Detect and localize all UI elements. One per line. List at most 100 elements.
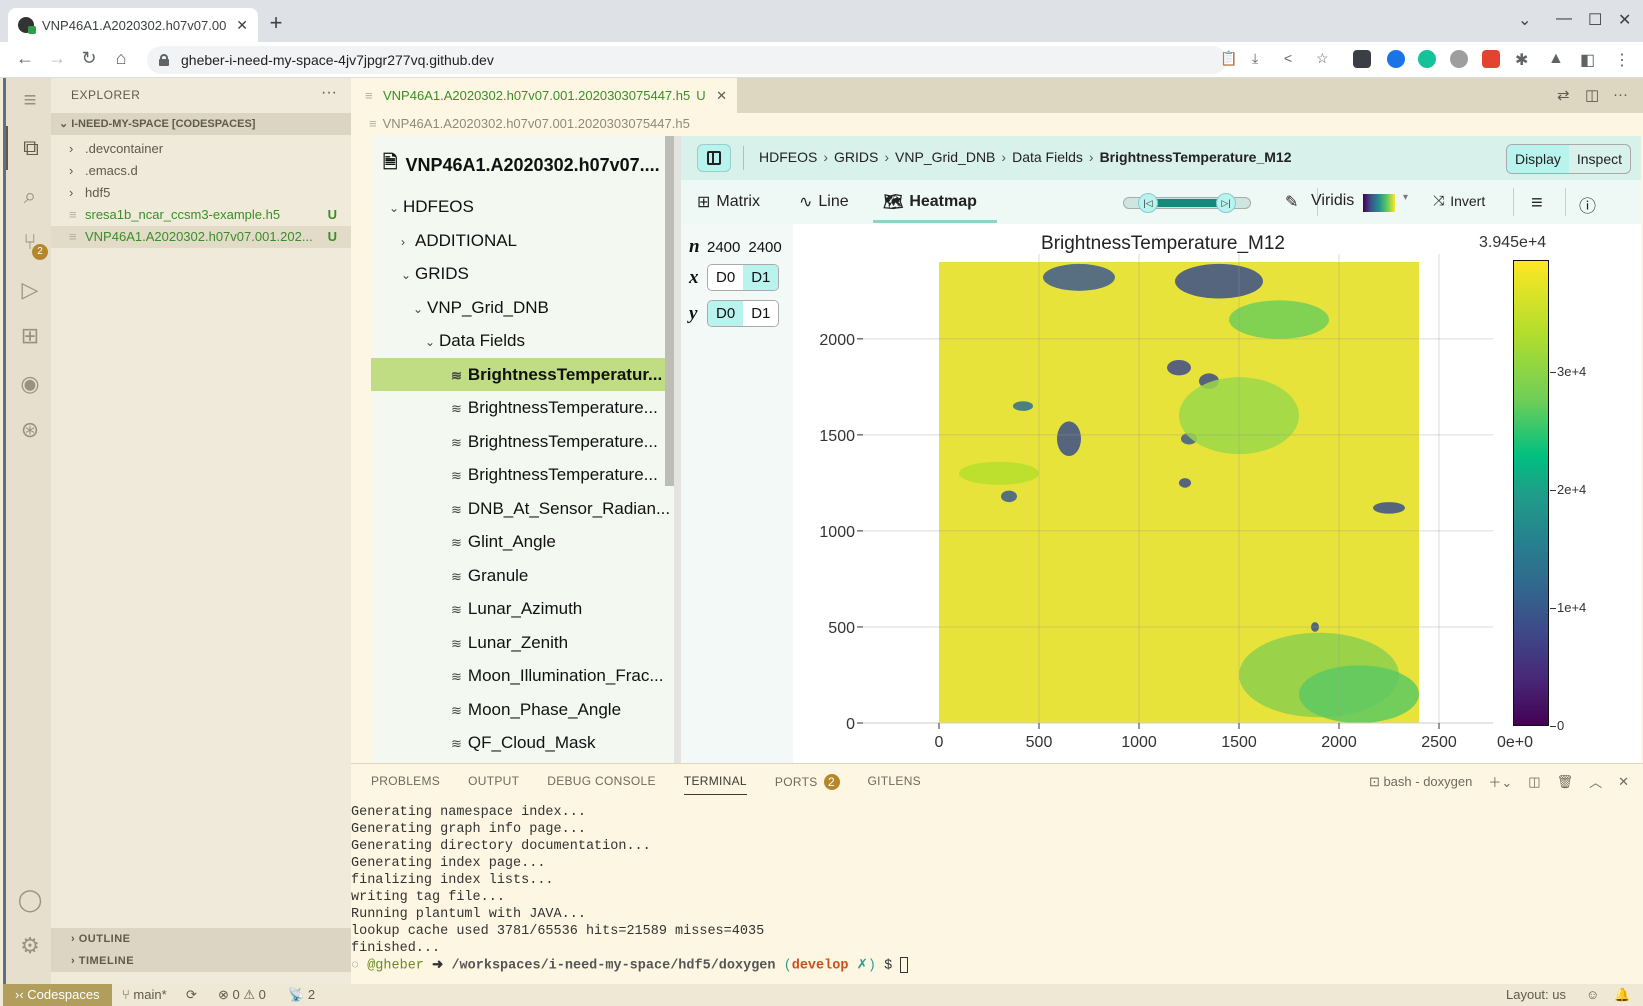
tree-dataset[interactable]: ≋ BrightnessTemperatur... <box>371 357 674 391</box>
folder-emacs[interactable]: › .emacs.d <box>51 160 351 182</box>
tab-debug-console[interactable]: DEBUG CONSOLE <box>547 774 656 795</box>
extensions-icon[interactable]: ⊞ <box>6 314 54 358</box>
tree-dataset[interactable]: ≋ BrightnessTemperature... <box>371 391 674 424</box>
path-segment[interactable]: HDFEOS <box>759 149 817 165</box>
tree-dataset[interactable]: ≋ Lunar_Zenith <box>371 626 674 659</box>
bookmark-star-icon[interactable]: ☆ <box>1316 50 1329 67</box>
help-icon[interactable]: ⓘ <box>1579 192 1596 217</box>
tree-dataset[interactable]: ≋ Lunar_Azimuth <box>371 592 674 625</box>
share-icon[interactable]: < <box>1284 50 1292 66</box>
tree-dataset[interactable]: ≋ Granule <box>371 559 674 592</box>
close-tab-icon[interactable]: ✕ <box>716 78 727 113</box>
circle-c-icon[interactable] <box>1387 50 1405 68</box>
ports-indicator[interactable]: 📡 2 <box>288 984 315 1006</box>
open-changes-icon[interactable]: ⇄ <box>1557 86 1570 104</box>
tab-ports[interactable]: PORTS 2 <box>775 774 840 795</box>
pull-requests-icon[interactable]: ⊛ <box>6 408 54 452</box>
tab-matrix[interactable]: ⊞ Matrix <box>697 192 760 212</box>
tree-dataset[interactable]: ≋ BrightnessTemperature... <box>371 458 674 491</box>
tree-group[interactable]: ⌄ GRIDS <box>371 257 674 290</box>
explorer-icon[interactable]: ⧉ <box>6 126 54 170</box>
remote-indicator[interactable]: ›‹ Codespaces <box>3 984 112 1006</box>
workspace-header[interactable]: ⌄ I-NEED-MY-SPACE [CODESPACES] <box>51 113 351 135</box>
tree-dataset[interactable]: ≋ BrightnessTemperature... <box>371 425 674 458</box>
tree-dataset[interactable]: ≋ Glint_Angle <box>371 525 674 558</box>
file-sresa1b[interactable]: ≡ sresa1b_ncar_ccsm3-example.h5 U <box>51 204 351 226</box>
tab-gitlens[interactable]: GITLENS <box>868 774 921 795</box>
tree-scrollbar[interactable] <box>665 136 674 486</box>
side-panel-icon[interactable]: ◧ <box>1580 50 1595 70</box>
x-d0-button[interactable]: D0 <box>708 265 744 290</box>
grammarly-icon[interactable] <box>1418 50 1436 68</box>
power-icon[interactable] <box>1450 50 1468 68</box>
display-button[interactable]: Display <box>1506 145 1569 173</box>
close-tab-icon[interactable]: ✕ <box>236 17 248 34</box>
x-d1-button[interactable]: D1 <box>743 265 779 290</box>
path-segment[interactable]: VNP_Grid_DNB <box>895 149 995 165</box>
account-icon[interactable]: ◯ <box>6 878 54 922</box>
inspect-button[interactable]: Inspect <box>1569 145 1630 173</box>
tab-terminal[interactable]: TERMINAL <box>683 774 747 795</box>
back-button[interactable]: ← <box>13 48 37 69</box>
y-d1-button[interactable]: D1 <box>743 301 779 326</box>
editor-breadcrumb[interactable]: ≡ VNP46A1.A2020302.h07v07.001.20203030754… <box>369 116 690 131</box>
invert-button[interactable]: ⤨ Invert <box>1433 192 1485 209</box>
chevron-down-icon[interactable]: ▾ <box>1403 192 1408 203</box>
tree-dataset[interactable]: ≋ DNB_At_Sensor_Radian... <box>371 492 674 525</box>
tab-search-icon[interactable]: ⌄ <box>1518 10 1531 30</box>
colormap-swatch[interactable] <box>1363 194 1395 212</box>
folder-devcontainer[interactable]: › .devcontainer <box>51 138 351 160</box>
path-segment[interactable]: GRIDS <box>834 149 878 165</box>
timeline-section[interactable]: › TIMELINE <box>51 950 351 972</box>
tree-group[interactable]: ⌄ Data Fields <box>371 324 674 357</box>
path-segment[interactable]: Data Fields <box>1012 149 1083 165</box>
tree-group[interactable]: › ADDITIONAL <box>371 224 674 257</box>
address-bar[interactable]: gheber-i-need-my-space-4jv7jpgr277vq.git… <box>147 46 1227 74</box>
maximize-button[interactable]: ☐ <box>1588 10 1602 30</box>
tab-problems[interactable]: PROBLEMS <box>371 774 440 795</box>
editor-tab[interactable]: ≡ VNP46A1.A2020302.h07v07.001.2020303075… <box>351 78 737 113</box>
home-button[interactable]: ⌂ <box>109 48 133 69</box>
github-icon[interactable]: ◉ <box>6 362 54 406</box>
toggle-sidebar-button[interactable] <box>697 144 731 172</box>
trash-icon[interactable]: 🗑 <box>1557 774 1574 790</box>
sync-icon[interactable]: ⟳ <box>186 984 197 1006</box>
problems-indicator[interactable]: ⊗ 0 ⚠ 0 <box>218 984 266 1006</box>
forward-button[interactable]: → <box>45 48 69 69</box>
outline-section[interactable]: › OUTLINE <box>51 928 351 950</box>
new-terminal-icon[interactable]: ＋⌄ <box>1488 772 1512 791</box>
browser-menu-icon[interactable]: ⋮ <box>1614 50 1630 70</box>
tree-dataset[interactable]: ≋ QF_Cloud_Mask <box>371 726 674 759</box>
tab-heatmap[interactable]: 🗺 Heatmap <box>883 192 977 212</box>
menu-icon[interactable]: ≡ <box>1531 192 1543 215</box>
extensions-puzzle-icon[interactable]: ✱ <box>1515 50 1528 70</box>
slider-min-handle[interactable]: |◁ <box>1138 193 1158 213</box>
terminal-selector[interactable]: ⊡ bash - doxygen <box>1369 774 1472 790</box>
split-editor-icon[interactable]: ◫ <box>1585 86 1599 104</box>
minimize-button[interactable]: — <box>1556 10 1572 28</box>
maximize-panel-icon[interactable]: ︿ <box>1589 772 1602 791</box>
colormap-selector[interactable]: Viridis <box>1311 192 1354 210</box>
more-actions-icon[interactable]: ··· <box>321 84 337 102</box>
panel-resizer[interactable] <box>674 136 681 763</box>
heatmap-canvas[interactable]: 0 500 1000 1500 2000 2500 0 500 1000 1500 2000 <box>793 224 1493 763</box>
tree-dataset[interactable]: ≋ Moon_Phase_Angle <box>371 693 674 726</box>
install-app-icon[interactable]: ⤓ <box>1252 50 1258 67</box>
todoist-icon[interactable] <box>1482 50 1500 68</box>
slider-max-handle[interactable]: ▷| <box>1216 193 1236 213</box>
run-debug-icon[interactable]: ▷ <box>6 268 54 312</box>
split-terminal-icon[interactable]: ◫ <box>1528 774 1540 790</box>
new-tab-button[interactable]: + <box>262 10 290 36</box>
y-d0-button[interactable]: D0 <box>708 301 744 326</box>
branch-indicator[interactable]: ⑂ main* <box>122 984 167 1006</box>
labs-flask-icon[interactable]: ▲ <box>1548 50 1564 68</box>
tree-group[interactable]: ⌄ HDFEOS <box>371 190 674 223</box>
more-actions-icon[interactable]: ··· <box>1613 86 1628 103</box>
bell-icon[interactable]: 🔔 <box>1614 984 1630 1006</box>
keyboard-layout[interactable]: Layout: us <box>1506 984 1566 1006</box>
feedback-icon[interactable]: ☺ <box>1586 984 1599 1006</box>
close-window-button[interactable]: ✕ <box>1618 10 1631 30</box>
menu-icon[interactable]: ≡ <box>6 78 54 122</box>
domain-slider[interactable]: |◁ ▷| <box>1123 193 1251 213</box>
settings-gear-icon[interactable]: ⚙ <box>6 924 54 968</box>
